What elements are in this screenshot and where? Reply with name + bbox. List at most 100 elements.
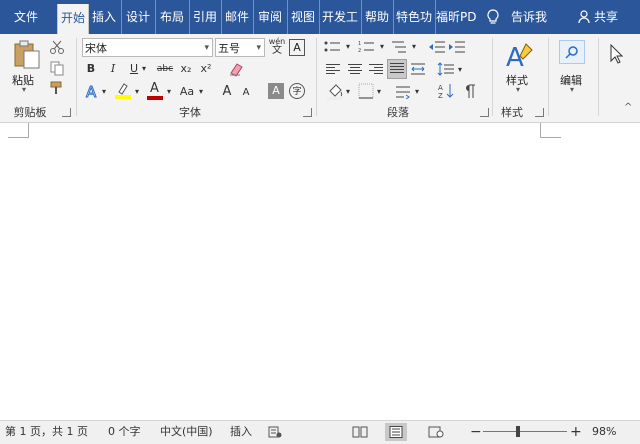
copy-icon[interactable] bbox=[49, 60, 65, 76]
grow-font-button[interactable]: A bbox=[220, 83, 234, 101]
paste-dropdown-icon[interactable]: ▾ bbox=[22, 85, 26, 94]
sort-icon[interactable]: AZ bbox=[437, 82, 455, 100]
clipboard-launcher[interactable] bbox=[62, 108, 71, 117]
paragraph-launcher[interactable] bbox=[480, 108, 489, 117]
underline-button[interactable]: U bbox=[127, 60, 141, 78]
increase-indent-icon[interactable] bbox=[448, 40, 466, 54]
collapse-ribbon-icon[interactable]: ^ bbox=[624, 102, 632, 113]
text-effects-icon[interactable]: A bbox=[84, 83, 100, 99]
page-count[interactable]: 第 1 页，共 1 页 bbox=[5, 421, 88, 443]
highlight-dropdown-icon[interactable]: ▾ bbox=[133, 83, 141, 101]
tab-foxit-pdf[interactable]: 福昕PD bbox=[435, 0, 476, 34]
lightbulb-icon bbox=[487, 9, 499, 24]
underline-dropdown-icon[interactable]: ▾ bbox=[140, 60, 148, 78]
svg-text:Z: Z bbox=[438, 92, 443, 100]
phonetic-guide-button[interactable]: wén 文 bbox=[268, 37, 286, 57]
tab-developer[interactable]: 开发工 bbox=[319, 0, 360, 34]
font-size-dropdown[interactable]: 五号 ▾ bbox=[215, 38, 265, 57]
macro-record-icon[interactable] bbox=[268, 426, 282, 438]
chinese-layout-dropdown-icon[interactable]: ▾ bbox=[413, 83, 421, 101]
language-indicator[interactable]: 中文(中国) bbox=[160, 421, 213, 443]
change-case-dropdown-icon[interactable]: ▾ bbox=[197, 83, 205, 101]
web-layout-icon[interactable] bbox=[428, 426, 444, 438]
styles-icon: A bbox=[506, 43, 533, 70]
document-page[interactable] bbox=[0, 123, 640, 420]
align-left-icon[interactable] bbox=[326, 62, 340, 74]
font-color-dropdown-icon[interactable]: ▾ bbox=[165, 83, 173, 101]
highlight-color-icon[interactable] bbox=[114, 82, 132, 100]
insert-mode[interactable]: 插入 bbox=[230, 421, 252, 443]
line-spacing-dropdown-icon[interactable]: ▾ bbox=[456, 61, 464, 79]
ribbon: 粘贴 ▾ 剪贴板 宋体 ▾ 五号 ▾ wén 文 A B I U ▾ abc x… bbox=[0, 34, 640, 123]
editing-button[interactable]: 编辑 ▾ bbox=[556, 38, 590, 98]
superscript-button[interactable]: x² bbox=[199, 60, 213, 78]
tab-insert[interactable]: 插入 bbox=[89, 0, 119, 34]
zoom-out-button[interactable]: − bbox=[470, 421, 482, 443]
tab-features[interactable]: 特色功 bbox=[393, 0, 434, 34]
enclose-characters-button[interactable]: 字 bbox=[289, 83, 305, 99]
borders-icon[interactable] bbox=[358, 83, 374, 99]
cut-icon[interactable] bbox=[49, 39, 65, 55]
search-icon bbox=[565, 46, 578, 59]
group-separator bbox=[492, 38, 493, 116]
styles-launcher[interactable] bbox=[535, 108, 544, 117]
tab-design[interactable]: 设计 bbox=[121, 0, 154, 34]
justify-icon[interactable] bbox=[387, 59, 407, 79]
bullets-icon[interactable] bbox=[324, 40, 342, 54]
shrink-font-button[interactable]: A bbox=[240, 84, 252, 102]
distributed-icon[interactable] bbox=[409, 61, 427, 77]
zoom-slider-thumb[interactable] bbox=[516, 426, 520, 437]
character-border-button[interactable]: A bbox=[289, 39, 305, 56]
strikethrough-button[interactable]: abc bbox=[155, 60, 175, 78]
multilevel-list-dropdown-icon[interactable]: ▾ bbox=[410, 38, 418, 56]
line-spacing-icon[interactable] bbox=[437, 61, 455, 77]
tab-references[interactable]: 引用 bbox=[189, 0, 220, 34]
tab-file[interactable]: 文件 bbox=[0, 0, 52, 34]
share-button[interactable]: 共享 bbox=[576, 0, 640, 34]
text-effects-dropdown-icon[interactable]: ▾ bbox=[100, 83, 108, 101]
numbering-icon[interactable]: 12 bbox=[358, 40, 376, 54]
word-count[interactable]: 0 个字 bbox=[108, 421, 141, 443]
group-separator bbox=[76, 38, 77, 116]
change-case-button[interactable]: Aa bbox=[178, 83, 196, 101]
top-right-margin-mark bbox=[540, 123, 561, 138]
read-mode-icon[interactable] bbox=[352, 426, 368, 438]
tab-mailings[interactable]: 邮件 bbox=[221, 0, 252, 34]
status-bar: 第 1 页，共 1 页 0 个字 中文(中国) 插入 − + 98% bbox=[0, 420, 640, 444]
align-center-icon[interactable] bbox=[348, 62, 362, 74]
print-layout-button[interactable] bbox=[385, 423, 407, 441]
italic-button[interactable]: I bbox=[106, 60, 120, 78]
borders-dropdown-icon[interactable]: ▾ bbox=[375, 83, 383, 101]
show-marks-icon[interactable] bbox=[464, 83, 476, 99]
shading-icon[interactable] bbox=[326, 82, 344, 100]
tab-view[interactable]: 视图 bbox=[287, 0, 318, 34]
decrease-indent-icon[interactable] bbox=[428, 40, 446, 54]
zoom-level[interactable]: 98% bbox=[592, 421, 616, 443]
zoom-slider-track[interactable] bbox=[483, 431, 567, 432]
font-name-dropdown[interactable]: 宋体 ▾ bbox=[82, 38, 213, 57]
zoom-in-button[interactable]: + bbox=[570, 421, 582, 443]
editing-dropdown-icon: ▾ bbox=[570, 85, 575, 94]
clear-formatting-icon[interactable] bbox=[228, 61, 244, 77]
format-painter-icon[interactable] bbox=[49, 80, 65, 96]
numbering-dropdown-icon[interactable]: ▾ bbox=[378, 38, 386, 56]
tab-review[interactable]: 审阅 bbox=[253, 0, 286, 34]
tab-help[interactable]: 帮助 bbox=[361, 0, 392, 34]
chinese-layout-icon[interactable] bbox=[394, 83, 412, 99]
bold-button[interactable]: B bbox=[84, 60, 98, 78]
tell-me-box[interactable]: 告诉我 bbox=[480, 0, 560, 34]
paste-button[interactable]: 粘贴 ▾ bbox=[8, 38, 46, 94]
styles-gallery-button[interactable]: A 样式 ▾ bbox=[500, 38, 540, 98]
multilevel-list-icon[interactable] bbox=[390, 40, 408, 54]
tab-layout[interactable]: 布局 bbox=[155, 0, 188, 34]
clipboard-group-label: 剪贴板 bbox=[13, 106, 47, 119]
subscript-button[interactable]: x₂ bbox=[179, 60, 193, 78]
tab-home[interactable]: 开始 bbox=[57, 4, 89, 34]
shading-dropdown-icon[interactable]: ▾ bbox=[344, 83, 352, 101]
font-color-button[interactable]: A bbox=[147, 82, 163, 100]
font-launcher[interactable] bbox=[303, 108, 312, 117]
bullets-dropdown-icon[interactable]: ▾ bbox=[344, 38, 352, 56]
align-right-icon[interactable] bbox=[369, 62, 383, 74]
character-shading-button[interactable]: A bbox=[268, 83, 284, 99]
group-separator bbox=[316, 38, 317, 116]
